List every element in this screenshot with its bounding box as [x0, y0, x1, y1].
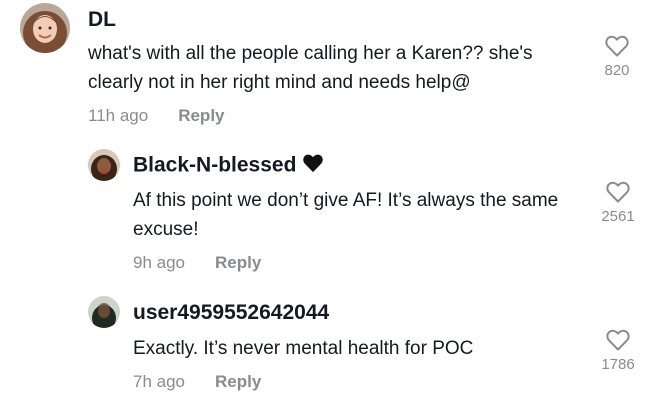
- user-avatar-photo-icon: [20, 3, 70, 53]
- comment-meta: 7h ago Reply: [133, 372, 261, 392]
- reply-button[interactable]: Reply: [215, 253, 261, 272]
- comment-username-text: Black-N-blessed: [133, 153, 297, 177]
- comment-meta: 11h ago Reply: [88, 106, 225, 126]
- heart-outline-icon: [606, 181, 630, 203]
- reply-button[interactable]: Reply: [178, 106, 224, 125]
- avatar[interactable]: [88, 149, 120, 181]
- like-button[interactable]: 820: [594, 35, 640, 79]
- heart-outline-icon: [606, 329, 630, 351]
- black-heart-icon: [302, 153, 324, 179]
- comment-username[interactable]: DL: [88, 8, 116, 32]
- comment-text: Af this point we don’t give AF! It’s alw…: [133, 190, 559, 240]
- like-button[interactable]: 1786: [595, 329, 641, 373]
- like-count: 820: [604, 62, 630, 79]
- comment-username[interactable]: user4959552642044: [133, 301, 329, 325]
- comment-text: Exactly. It’s never mental health for PO…: [133, 338, 474, 359]
- comment-meta: 9h ago Reply: [133, 253, 261, 273]
- comment-text: what's with all the people calling her a…: [88, 43, 533, 93]
- like-button[interactable]: 2561: [595, 181, 641, 225]
- comment-timestamp: 9h ago: [133, 253, 185, 272]
- avatar[interactable]: [88, 296, 120, 328]
- heart-outline-icon: [605, 35, 629, 57]
- user-avatar-photo-icon: [88, 296, 120, 328]
- comment-timestamp: 7h ago: [133, 372, 185, 391]
- reply-button[interactable]: Reply: [215, 372, 261, 391]
- user-avatar-photo-icon: [88, 149, 120, 181]
- like-count: 1786: [601, 356, 635, 373]
- like-count: 2561: [601, 208, 635, 225]
- comment-timestamp: 11h ago: [88, 106, 149, 125]
- comment-username[interactable]: Black-N-blessed: [133, 153, 324, 179]
- avatar[interactable]: [20, 3, 70, 53]
